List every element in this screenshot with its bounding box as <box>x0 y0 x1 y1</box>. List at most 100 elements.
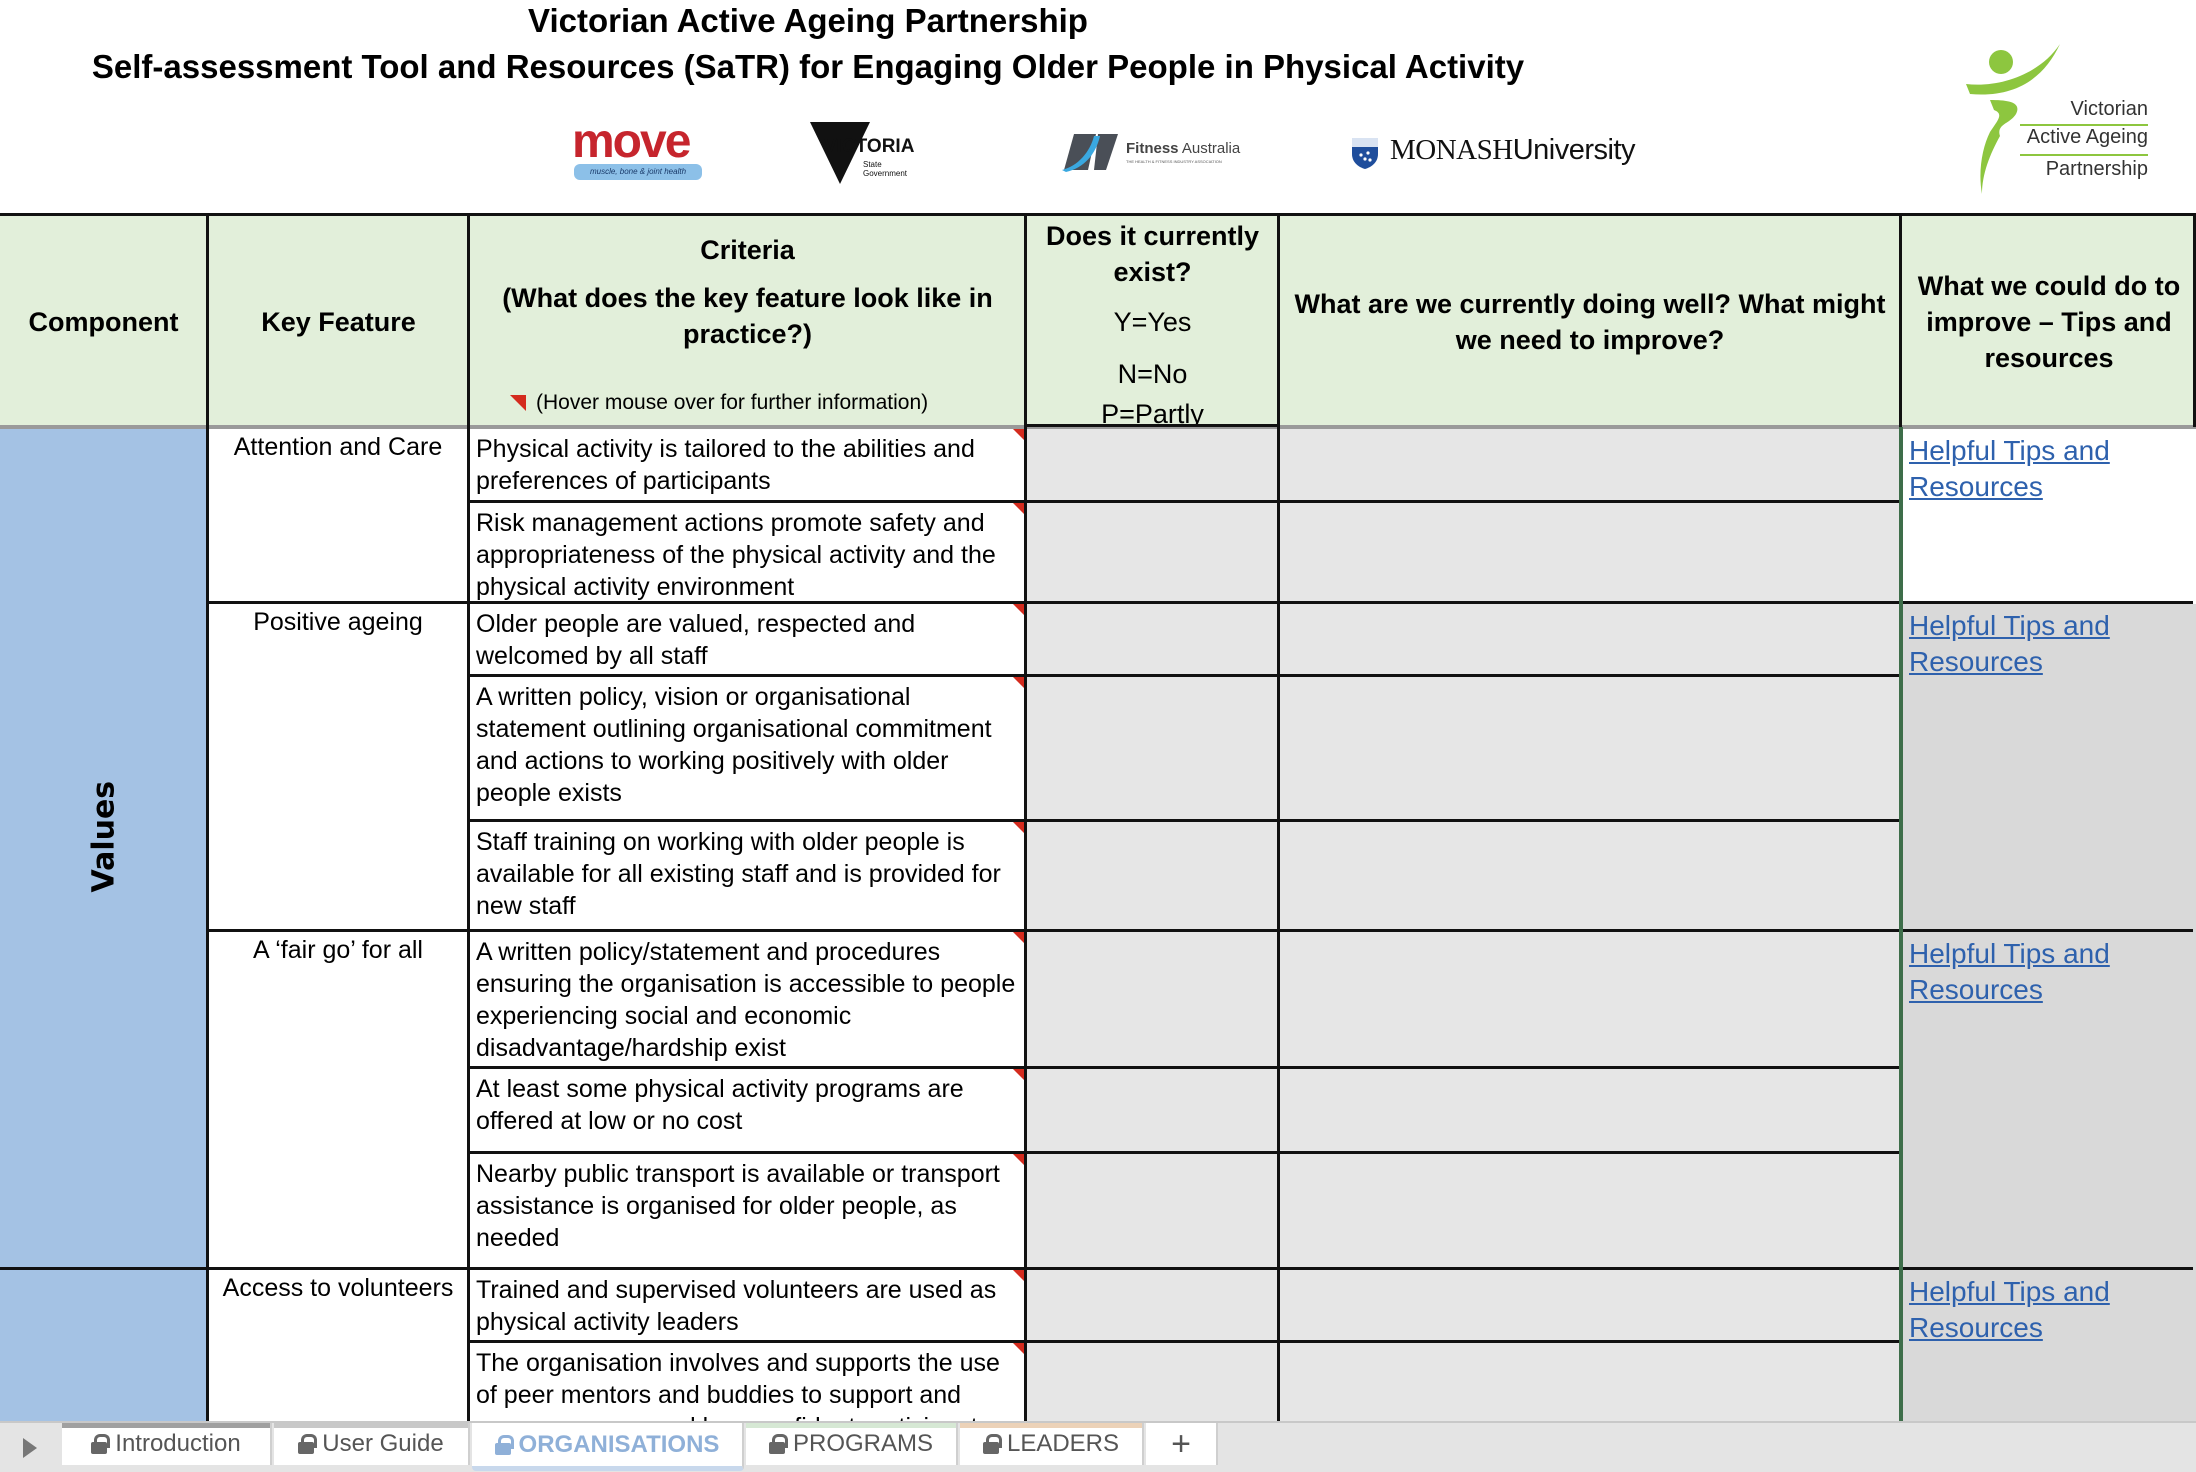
column-header-component-label: Component <box>28 306 179 337</box>
doing-well-input-cell[interactable] <box>1280 1069 1899 1152</box>
sheet-tab-introduction[interactable]: Introduction <box>62 1423 272 1465</box>
exists-input-cell[interactable] <box>1027 1069 1277 1152</box>
exists-partly-legend: P=Partly <box>1101 399 1204 427</box>
criteria-cell[interactable]: Nearby public transport is available or … <box>470 1154 1024 1268</box>
fitness-word-rest: Australia <box>1178 140 1241 157</box>
sheet-tab-label: ORGANISATIONS <box>518 1430 720 1458</box>
criteria-cell[interactable]: Risk management actions promote safety a… <box>470 503 1024 602</box>
exists-input-cell[interactable] <box>1027 604 1277 675</box>
sheet-tab-label: Introduction <box>115 1430 241 1457</box>
monash-word-rest: University <box>1512 134 1636 166</box>
sheet-tab-label: User Guide <box>322 1430 444 1457</box>
fitness-australia-word: Fitness Australia <box>1126 140 1240 157</box>
column-header-tips-label: What we could do to improve – Tips and r… <box>1917 270 2181 373</box>
column-header-tips: What we could do to improve – Tips and r… <box>1902 216 2196 427</box>
exists-no-legend: N=No <box>1117 359 1188 389</box>
lock-icon <box>768 1434 788 1454</box>
comment-marker-icon[interactable] <box>1013 429 1024 440</box>
move-logo-word: move <box>572 115 691 168</box>
doing-well-input-cell[interactable] <box>1280 932 1899 1067</box>
grid-line <box>467 1267 1900 1270</box>
comment-marker-icon[interactable] <box>1013 1154 1024 1165</box>
doing-well-input-cell[interactable] <box>1280 429 1899 501</box>
doing-well-input-cell[interactable] <box>1280 503 1899 602</box>
grid-line <box>0 213 2196 216</box>
exists-input-cell[interactable] <box>1027 429 1277 501</box>
helpful-tips-link[interactable]: Helpful Tips and Resources <box>1909 1276 2110 1343</box>
vaap-line-2: Active Ageing <box>2026 126 2148 148</box>
tab-scroll-button[interactable] <box>0 1423 60 1472</box>
criteria-cell[interactable]: Older people are valued, respected and w… <box>470 604 1024 675</box>
criteria-cell[interactable]: A written policy/statement and procedure… <box>470 932 1024 1067</box>
comment-marker-icon[interactable] <box>1013 822 1024 833</box>
lock-icon <box>298 1434 318 1454</box>
helpful-tips-link[interactable]: Helpful Tips and Resources <box>1909 435 2110 502</box>
fitness-australia-mark-icon <box>1062 134 1118 172</box>
doing-well-input-cell[interactable] <box>1280 822 1899 930</box>
column-header-criteria: Criteria (What does the key feature look… <box>470 216 1025 427</box>
tab-color-strip <box>62 1423 270 1428</box>
grid-line <box>206 427 209 1421</box>
monash-word-bold: MONASH <box>1390 134 1513 166</box>
tab-color-strip <box>960 1423 1142 1428</box>
victoria-logo-sub: State Government <box>863 160 907 178</box>
exists-input-cell[interactable] <box>1027 932 1277 1067</box>
doing-well-input-cell[interactable] <box>1280 604 1899 675</box>
comment-marker-icon[interactable] <box>1013 503 1024 514</box>
sheet-tab-user-guide[interactable]: User Guide <box>274 1423 470 1465</box>
victoria-sub-1: State <box>863 160 882 169</box>
exists-input-cell[interactable] <box>1027 1343 1277 1421</box>
criteria-cell[interactable]: At least some physical activity programs… <box>470 1069 1024 1152</box>
grid-line <box>1903 929 2193 932</box>
criteria-cell[interactable]: Physical activity is tailored to the abi… <box>470 429 1024 501</box>
criteria-cell[interactable]: Trained and supervised volunteers are us… <box>470 1270 1024 1341</box>
comment-marker-icon[interactable] <box>1013 1069 1024 1080</box>
helpful-tips-link[interactable]: Helpful Tips and Resources <box>1909 610 2110 677</box>
criteria-cell[interactable]: The organisation involves and supports t… <box>470 1343 1024 1421</box>
grid-line <box>467 601 1900 604</box>
component-cell <box>0 1270 207 1423</box>
comment-marker-icon[interactable] <box>1013 1270 1024 1281</box>
doing-well-input-cell[interactable] <box>1280 677 1899 820</box>
exists-input-cell[interactable] <box>1027 1270 1277 1341</box>
doing-well-input-cell[interactable] <box>1280 1270 1899 1341</box>
comment-marker-icon[interactable] <box>1013 1343 1024 1354</box>
grid-line <box>207 929 469 932</box>
key-feature-cell: Attention and Care <box>209 429 467 602</box>
lock-icon <box>494 1434 514 1455</box>
column-header-key-feature: Key Feature <box>209 216 468 427</box>
sheet-tab-organisations[interactable]: ORGANISATIONS <box>472 1423 744 1471</box>
sheet-tab-programs[interactable]: PROGRAMS <box>746 1423 958 1465</box>
sheet-tab-leaders[interactable]: LEADERS <box>960 1423 1144 1465</box>
grid-line <box>1899 427 1903 1421</box>
tips-cell: Helpful Tips and Resources <box>1903 1270 2196 1423</box>
exists-input-cell[interactable] <box>1027 822 1277 930</box>
grid-line <box>1277 213 1280 1421</box>
lock-icon <box>982 1434 1002 1454</box>
comment-marker-icon[interactable] <box>1013 604 1024 615</box>
criteria-cell[interactable]: Staff training on working with older peo… <box>470 822 1024 930</box>
criteria-subtitle: (What does the key feature look like in … <box>502 283 993 349</box>
sheet-tab-label: LEADERS <box>1006 1430 1120 1457</box>
add-sheet-button[interactable]: + <box>1146 1423 1218 1465</box>
tips-cell: Helpful Tips and Resources <box>1903 429 2196 604</box>
play-icon <box>23 1437 37 1458</box>
exists-input-cell[interactable] <box>1027 677 1277 820</box>
tips-cell: Helpful Tips and Resources <box>1903 604 2196 932</box>
exists-input-cell[interactable] <box>1027 503 1277 602</box>
grid-line <box>467 1151 1900 1154</box>
victoria-logo-word: VICTORIA <box>824 136 915 157</box>
doing-well-input-cell[interactable] <box>1280 1343 1899 1421</box>
comment-marker-icon[interactable] <box>1013 677 1024 688</box>
criteria-cell[interactable]: A written policy, vision or organisation… <box>470 677 1024 820</box>
exists-input-cell[interactable] <box>1027 1154 1277 1268</box>
monash-crest-icon <box>1352 138 1378 169</box>
grid-line <box>467 929 1900 932</box>
doing-well-input-cell[interactable] <box>1280 1154 1899 1268</box>
column-header-component: Component <box>0 216 207 427</box>
grid-line <box>1024 424 1280 427</box>
helpful-tips-link[interactable]: Helpful Tips and Resources <box>1909 938 2110 1005</box>
component-label: Values <box>86 780 122 893</box>
comment-marker-icon[interactable] <box>1013 932 1024 943</box>
exists-yes-legend: Y=Yes <box>1113 307 1192 337</box>
